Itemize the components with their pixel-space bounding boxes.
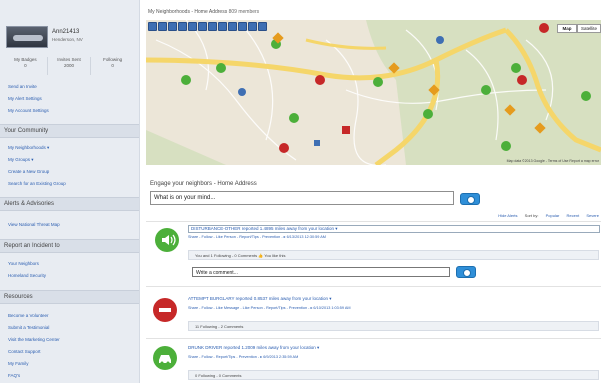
divider: [146, 338, 601, 339]
map-type-map-button[interactable]: Map: [557, 24, 577, 33]
sidebar-item-marketing[interactable]: Visit the Marketing Center: [8, 337, 60, 342]
section-header-report: Report an Incident to: [0, 239, 139, 253]
section-header-community: Your Community: [0, 124, 139, 138]
profile-card: Ann21413 Henderson, NV: [6, 26, 132, 48]
divider: [146, 221, 601, 222]
username: Ann21413: [52, 29, 80, 35]
map-tool-button[interactable]: [228, 22, 237, 31]
stat-invites[interactable]: Invites Sent 2000: [48, 57, 92, 75]
comment-input[interactable]: Write a comment...: [192, 267, 450, 277]
feed-summary-bar[interactable]: 0 Following - 0 Comments: [188, 370, 599, 380]
section-header-alerts: Alerts & Advisories: [0, 197, 139, 211]
divider: [146, 286, 601, 287]
user-location: Henderson, NV: [52, 37, 83, 42]
sidebar-item-search-group[interactable]: Search for an Existing Group: [8, 181, 66, 186]
stat-value: 0: [111, 63, 114, 68]
camera-icon[interactable]: [456, 266, 476, 278]
account-settings-link[interactable]: My Account Settings: [8, 108, 49, 113]
map-tool-button[interactable]: [248, 22, 257, 31]
feed-actions[interactable]: Share - Follow - Like Message - Like Per…: [188, 305, 351, 310]
camera-icon[interactable]: [460, 193, 480, 205]
avatar[interactable]: [6, 26, 48, 48]
feed-summary-bar[interactable]: 11 Following - 2 Comments: [188, 321, 599, 331]
engage-title: Engage your neighbors - Home Address: [150, 181, 257, 187]
feed-actions[interactable]: Share - Follow - Like Person - Report/Ti…: [188, 234, 326, 239]
sort-popular-link[interactable]: Popular: [546, 213, 560, 218]
member-count: 809 members: [228, 9, 260, 15]
map-attribution[interactable]: Map data ©2013 Google - Terms of Use Rep…: [507, 159, 599, 163]
sidebar-item-testimonial[interactable]: Submit a Testimonial: [8, 325, 49, 330]
stat-value: 0: [24, 63, 27, 68]
stat-badges[interactable]: My Badges 0: [4, 57, 48, 75]
app-root: Ann21413 Henderson, NV My Badges 0 Invit…: [0, 0, 601, 383]
map-tool-button[interactable]: [208, 22, 217, 31]
send-invite-link[interactable]: Send an Invite: [8, 84, 37, 89]
car-icon: [153, 346, 177, 370]
sort-severe-link[interactable]: Severe: [586, 213, 599, 218]
section-header-resources: Resources: [0, 290, 139, 304]
map-tool-button[interactable]: [148, 22, 157, 31]
map-tool-button[interactable]: [188, 22, 197, 31]
alert-settings-link[interactable]: My Alert Settings: [8, 96, 42, 101]
feed-headline[interactable]: DRUNK DRIVER reported 1.2009 miles away …: [188, 345, 319, 351]
stat-value: 2000: [64, 63, 75, 68]
map-tool-button[interactable]: [168, 22, 177, 31]
section-title: Your Community: [4, 128, 49, 134]
sidebar: Ann21413 Henderson, NV My Badges 0 Invit…: [0, 0, 140, 383]
feed-summary-bar[interactable]: You and 1 Following - 0 Comments 👍 You l…: [188, 250, 599, 260]
map-tool-button[interactable]: [218, 22, 227, 31]
map-tool-button[interactable]: [178, 22, 187, 31]
feed-headline[interactable]: ATTEMPT BURGLARY reported 0.8537 miles a…: [188, 296, 331, 302]
feed-filters: Hide Alerts Sort by: Popular Recent Seve…: [492, 213, 599, 218]
profile-stats: My Badges 0 Invites Sent 2000 Following …: [4, 57, 134, 75]
sort-by-label: Sort by:: [524, 213, 539, 218]
map-toolbar: [148, 22, 267, 31]
sort-recent-link[interactable]: Recent: [567, 213, 580, 218]
breadcrumb-text[interactable]: My Neighborhoods - Home Address: [148, 9, 227, 15]
sidebar-item-faq[interactable]: FAQ's: [8, 373, 20, 378]
sidebar-item-threat-map[interactable]: View National Threat Map: [8, 222, 60, 227]
sidebar-item-family[interactable]: My Family: [8, 361, 29, 366]
hide-alerts-link[interactable]: Hide Alerts: [498, 213, 517, 218]
breadcrumb: My Neighborhoods - Home Address 809 memb…: [148, 9, 259, 15]
section-title: Resources: [4, 294, 33, 300]
neighborhood-map[interactable]: Map Satellite Map data ©2013 Google - Te…: [146, 20, 601, 165]
section-title: Report an Incident to: [4, 243, 60, 249]
stat-following[interactable]: Following 0: [91, 57, 134, 75]
map-type-satellite-button[interactable]: Satellite: [577, 24, 601, 33]
sidebar-item-groups[interactable]: My Groups ▾: [8, 157, 34, 163]
sidebar-item-homeland-security[interactable]: Homeland Security: [8, 273, 46, 278]
feed-actions[interactable]: Share - Follow - Report/Tips - Preventio…: [188, 354, 298, 359]
sidebar-item-neighborhoods[interactable]: My Neighborhoods ▾: [8, 145, 49, 151]
section-title: Alerts & Advisories: [4, 201, 55, 207]
map-tool-button[interactable]: [258, 22, 267, 31]
sidebar-item-support[interactable]: Contact Support: [8, 349, 41, 354]
post-input[interactable]: What is on your mind...: [150, 191, 454, 205]
map-tool-button[interactable]: [158, 22, 167, 31]
map-canvas: [146, 20, 601, 165]
sidebar-item-volunteer[interactable]: Become a Volunteer: [8, 313, 49, 318]
speaker-icon: [155, 228, 179, 252]
feed-headline[interactable]: DISTURBANCE-OTHER reported 1.4895 miles …: [188, 225, 600, 233]
stop-icon: [153, 298, 177, 322]
sidebar-item-create-group[interactable]: Create a New Group: [8, 169, 49, 174]
sidebar-item-your-neighbors[interactable]: Your Neighbors: [8, 261, 39, 266]
map-tool-button[interactable]: [198, 22, 207, 31]
map-tool-button[interactable]: [238, 22, 247, 31]
